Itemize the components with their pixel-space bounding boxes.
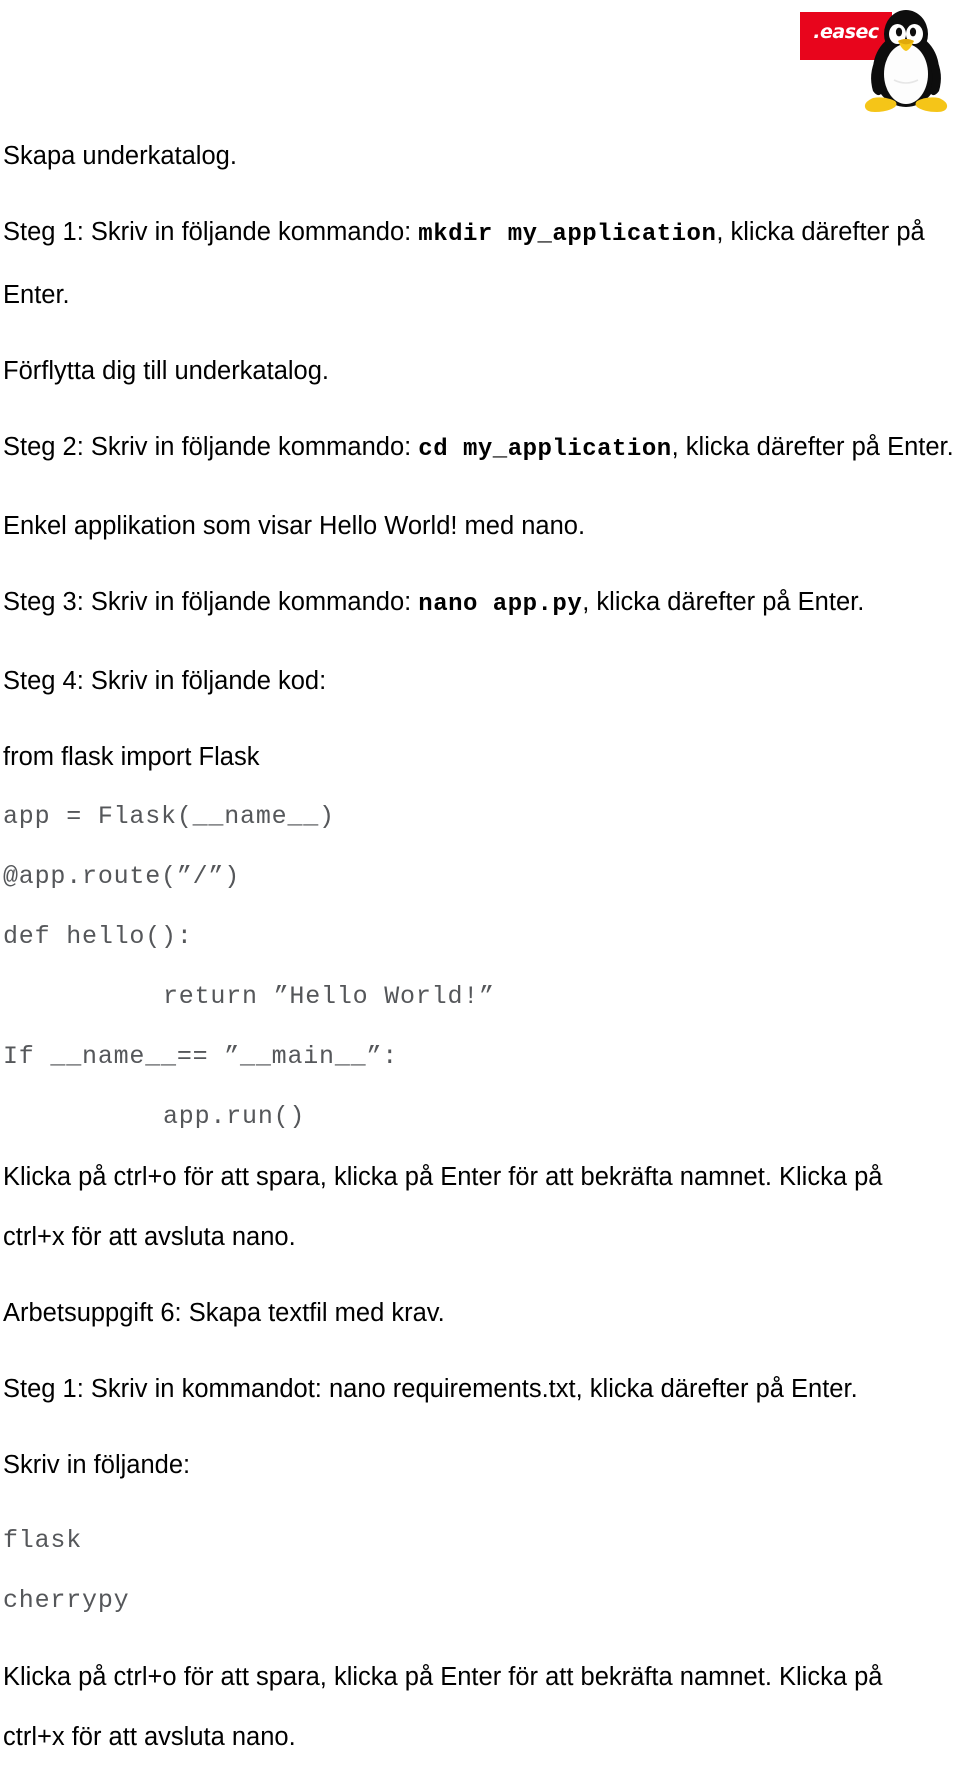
save-note-1-line-2: ctrl+x för att avsluta nano. xyxy=(3,1223,296,1251)
heading-arbetsuppgift-6: Arbetsuppgift 6: Skapa textfil med krav. xyxy=(3,1299,445,1327)
heading-enkel-applikation: Enkel applikation som visar Hello World!… xyxy=(3,512,586,540)
code-line-app-run: app.run() xyxy=(163,1102,306,1131)
step-3-command: nano app.py xyxy=(418,591,583,618)
step-1-command: mkdir my_application xyxy=(418,221,717,248)
code-line-def-hello: def hello(): xyxy=(3,922,193,951)
step-3-nano-app: Steg 3: Skriv in följande kommando: nano… xyxy=(3,572,960,635)
step-2-command: cd my_application xyxy=(418,436,672,463)
requirement-cherrypy: cherrypy xyxy=(3,1586,130,1615)
task6-step-1: Steg 1: Skriv in kommandot: nano require… xyxy=(3,1375,858,1403)
step-2-prefix: Steg 2: Skriv in följande kommando: xyxy=(3,433,419,461)
step-3-suffix: , klicka därefter på Enter. xyxy=(582,588,865,616)
heading-skapa-underkatalog: Skapa underkatalog. xyxy=(3,142,237,170)
code-line-app-init: app = Flask(__name__) xyxy=(3,802,335,831)
code-line-route-decorator: @app.route(”/”) xyxy=(3,862,241,891)
brand-logo: .easec xyxy=(795,8,955,113)
tux-penguin-icon xyxy=(864,10,948,112)
save-note-1-line-1: Klicka på ctrl+o för att spara, klicka p… xyxy=(3,1163,883,1191)
code-line-main-guard: If __name__== ”__main__”: xyxy=(3,1042,399,1071)
step-1-create-dir: Steg 1: Skriv in följande kommando: mkdi… xyxy=(3,202,960,325)
requirements-block: flask cherrypy xyxy=(3,1511,960,1631)
step-4-label: Steg 4: Skriv in följande kod: xyxy=(3,667,327,695)
step-1-prefix: Steg 1: Skriv in följande kommando: xyxy=(3,218,419,246)
code-line-return-hello-world: return ”Hello World!” xyxy=(163,982,495,1011)
code-line-import: from flask import Flask xyxy=(3,743,260,771)
heading-forflytta-dig: Förflytta dig till underkatalog. xyxy=(3,357,329,385)
flask-code-block: from flask import Flask app = Flask(__na… xyxy=(3,727,960,1147)
save-note-2-line-1: Klicka på ctrl+o för att spara, klicka p… xyxy=(3,1663,883,1691)
save-note-2-line-2: ctrl+x för att avsluta nano. xyxy=(3,1723,296,1751)
document-body: Skapa underkatalog. Steg 1: Skriv in föl… xyxy=(3,126,960,1767)
step-2-suffix: , klicka därefter på Enter. xyxy=(671,433,954,461)
task6-write-label: Skriv in följande: xyxy=(3,1451,191,1479)
requirement-flask: flask xyxy=(3,1526,83,1555)
step-3-prefix: Steg 3: Skriv in följande kommando: xyxy=(3,588,419,616)
step-2-change-dir: Steg 2: Skriv in följande kommando: cd m… xyxy=(3,417,960,480)
